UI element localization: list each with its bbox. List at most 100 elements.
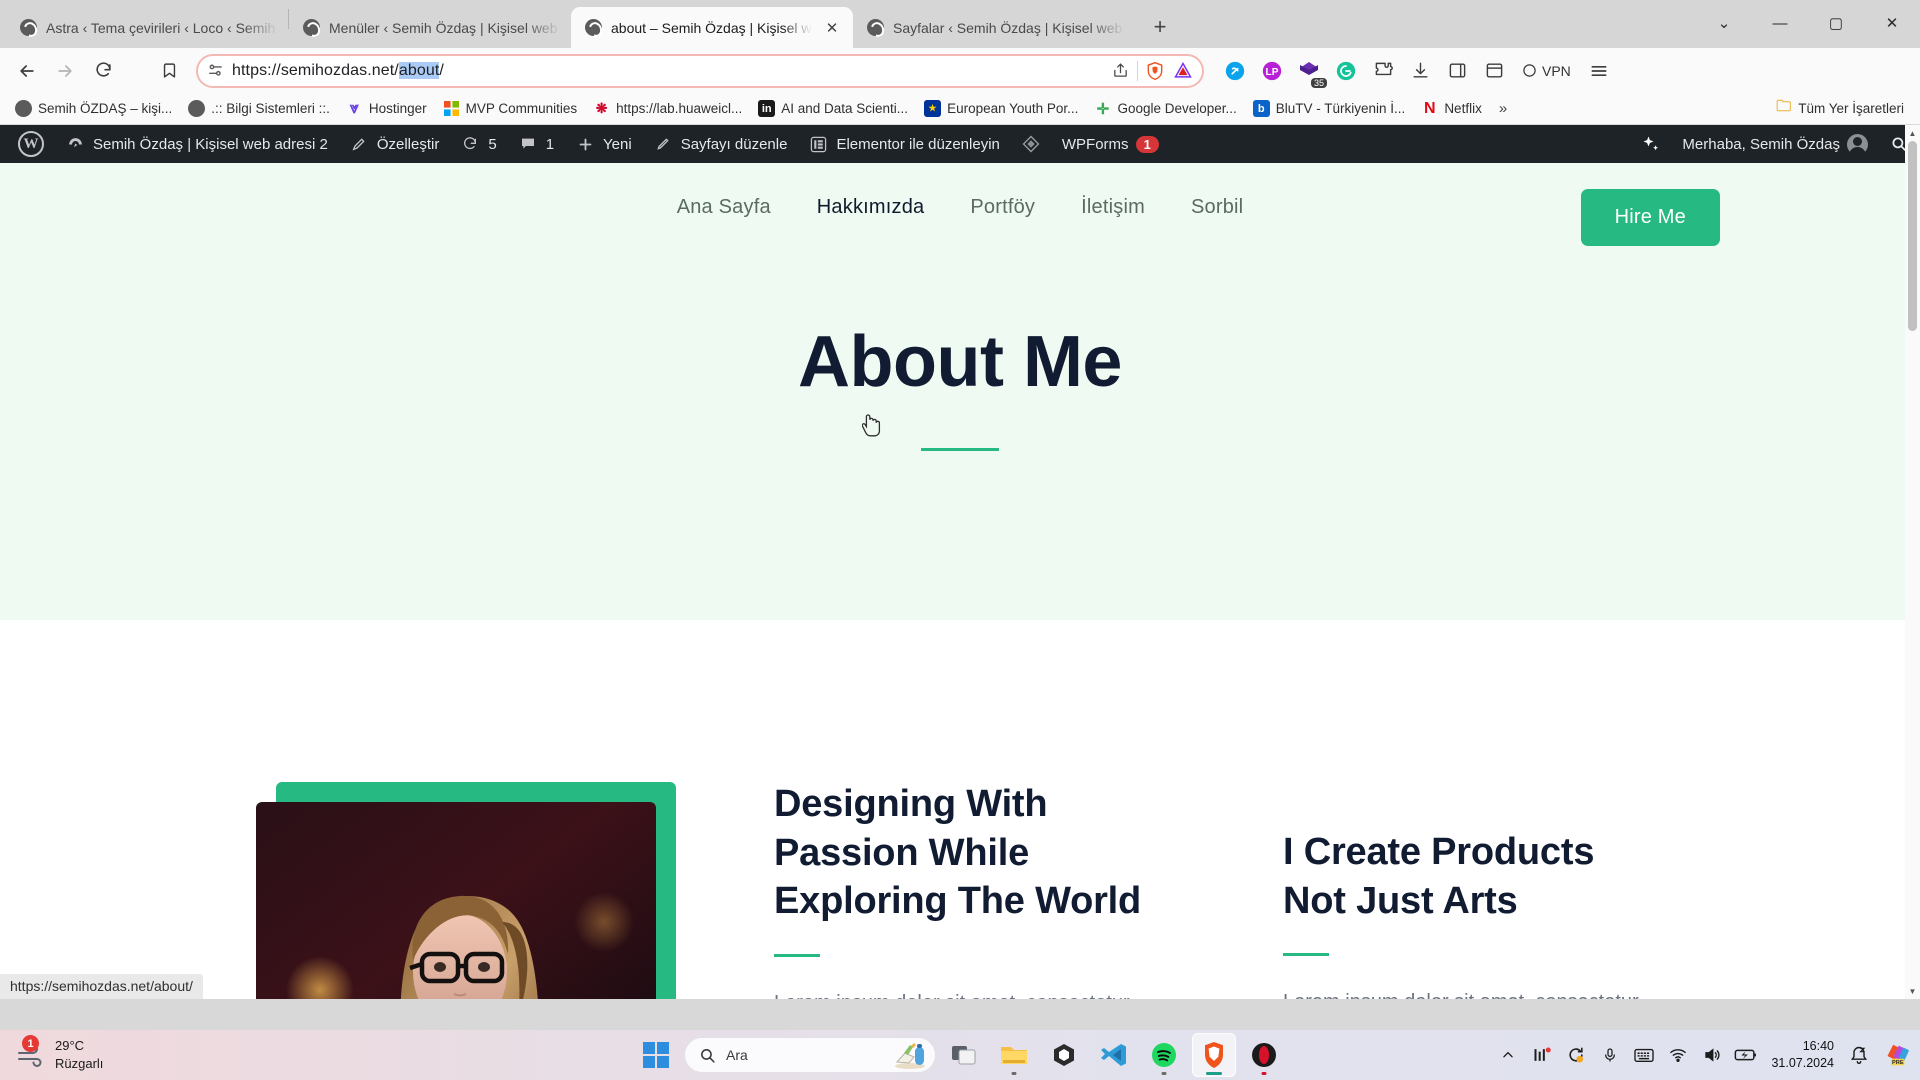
weather-temperature: 29°C	[55, 1038, 85, 1054]
wp-comments-item[interactable]: 1	[507, 125, 564, 163]
brave-rewards-icon[interactable]	[1172, 60, 1194, 82]
wp-customize-item[interactable]: Özelleştir	[338, 125, 450, 163]
scrollbar-thumb[interactable]	[1908, 141, 1917, 331]
brave-shields-icon[interactable]	[1144, 60, 1166, 82]
intel-graphics-icon[interactable]	[1527, 1039, 1557, 1071]
show-hidden-icons-icon[interactable]	[1493, 1039, 1523, 1071]
all-bookmarks-label: Tüm Yer İşaretleri	[1798, 101, 1904, 116]
file-explorer-button[interactable]	[992, 1033, 1036, 1077]
tab-title: Sayfalar ‹ Semih Özdaş | Kişisel web	[893, 19, 1123, 36]
notifications-bell-icon[interactable]	[1844, 1039, 1874, 1071]
task-view-button[interactable]	[942, 1033, 986, 1077]
site-hero-section: Ana Sayfa Hakkımızda Portföy İletişim So…	[0, 163, 1920, 620]
weather-text: 29°C Rüzgarlı	[55, 1037, 103, 1072]
bookmark-item[interactable]: ⩔ Hostinger	[339, 97, 434, 120]
onedrive-sync-icon[interactable]	[1561, 1039, 1591, 1071]
wp-elementor-item[interactable]: Elementor ile düzenleyin	[797, 125, 1009, 163]
url-text[interactable]: https://semihozdas.net/about/	[232, 61, 1103, 80]
browser-menu-icon[interactable]	[1582, 54, 1616, 88]
hire-me-button[interactable]: Hire Me	[1580, 189, 1720, 246]
window-controls: ⌄ — ▢ ✕	[1696, 0, 1920, 46]
nav-link-iletisim[interactable]: İletişim	[1081, 196, 1145, 219]
taskbar-search-box[interactable]: Ara	[684, 1037, 936, 1073]
bookmark-icon[interactable]	[154, 56, 184, 86]
nav-link-ana-sayfa[interactable]: Ana Sayfa	[677, 196, 771, 219]
vs-code-button[interactable]	[1092, 1033, 1136, 1077]
start-button[interactable]	[634, 1033, 678, 1077]
unity-button[interactable]	[1042, 1033, 1086, 1077]
chevron-down-icon[interactable]: ⌄	[1696, 0, 1752, 46]
bookmark-item[interactable]: Semih ÖZDAŞ – kişi...	[8, 97, 179, 120]
wp-updates-item[interactable]: 5	[449, 125, 506, 163]
lastpass-extension-icon[interactable]: LP	[1255, 54, 1289, 88]
bookmark-item[interactable]: MVP Communities	[436, 97, 585, 120]
opera-gx-button[interactable]	[1242, 1033, 1286, 1077]
scroll-down-arrow[interactable]: ▼	[1905, 983, 1920, 999]
puzzle-extensions-icon[interactable]	[1366, 54, 1400, 88]
wifi-icon[interactable]	[1663, 1039, 1693, 1071]
page-scrollbar[interactable]: ▲ ▼	[1905, 125, 1920, 999]
close-window-button[interactable]: ✕	[1864, 0, 1920, 46]
scroll-up-arrow[interactable]: ▲	[1905, 125, 1920, 141]
browser-tab[interactable]: Sayfalar ‹ Semih Özdaş | Kişisel web	[853, 7, 1135, 48]
wp-wpforms-item[interactable]: WPForms 1	[1052, 125, 1169, 163]
sidebar-toggle-icon[interactable]	[1440, 54, 1474, 88]
zotero-extension-icon[interactable]: 35	[1292, 54, 1327, 88]
wp-logo-item[interactable]: W	[8, 125, 54, 163]
wp-edit-page-item[interactable]: Sayfayı düzenle	[642, 125, 798, 163]
link-status-bar: https://semihozdas.net/about/	[0, 974, 203, 999]
nav-link-portfoy[interactable]: Portföy	[970, 196, 1035, 219]
wp-account-item[interactable]: Merhaba, Semih Özdaş	[1672, 125, 1878, 163]
bookmark-item[interactable]: ❋ https://lab.huaweicl...	[586, 97, 749, 120]
wp-site-name-item[interactable]: Semih Özdaş | Kişisel web adresi 2	[54, 125, 338, 163]
close-icon[interactable]: ✕	[821, 17, 843, 39]
bookmarks-bar: Semih ÖZDAŞ – kişi... .:: Bilgi Sistemle…	[0, 93, 1920, 125]
bookmark-item[interactable]: .:: Bilgi Sistemleri ::.	[181, 97, 337, 120]
search-placeholder: Ara	[726, 1047, 748, 1063]
bookmark-item[interactable]: ★ European Youth Por...	[917, 97, 1085, 120]
nav-link-sorbil[interactable]: Sorbil	[1191, 196, 1243, 219]
maximize-button[interactable]: ▢	[1808, 0, 1864, 46]
browser-tab-active[interactable]: about – Semih Özdaş | Kişisel w ✕	[571, 7, 853, 48]
bookmark-item[interactable]: N Netflix	[1414, 97, 1489, 120]
reload-icon[interactable]	[86, 54, 120, 88]
brave-browser-button[interactable]	[1192, 1033, 1236, 1077]
url-selected-segment: about	[398, 61, 440, 79]
nav-link-hakkimizda[interactable]: Hakkımızda	[817, 196, 925, 219]
taskbar-clock[interactable]: 16:40 31.07.2024	[1765, 1038, 1840, 1072]
grammarly-extension-icon[interactable]	[1329, 54, 1363, 88]
address-bar[interactable]: https://semihozdas.net/about/	[196, 53, 1204, 88]
wp-diamond-item[interactable]	[1010, 125, 1052, 163]
new-tab-button[interactable]: +	[1145, 12, 1175, 42]
downloads-icon[interactable]	[1403, 54, 1437, 88]
brave-globe-icon	[15, 100, 32, 117]
copilot-icon[interactable]: PRE	[1878, 1039, 1912, 1071]
share-icon[interactable]	[1109, 60, 1131, 82]
site-navigation: Ana Sayfa Hakkımızda Portföy İletişim So…	[0, 163, 1920, 246]
wp-updates-count: 5	[488, 135, 497, 153]
back-icon[interactable]	[10, 54, 44, 88]
microphone-icon[interactable]	[1595, 1039, 1625, 1071]
minimize-button[interactable]: —	[1752, 0, 1808, 46]
all-bookmarks-folder[interactable]: 🗀 Tüm Yer İşaretleri	[1767, 97, 1912, 120]
bookmark-item[interactable]: ✛ Google Developer...	[1087, 97, 1243, 120]
clock-time: 16:40	[1802, 1039, 1834, 1054]
bookmark-item[interactable]: in AI and Data Scienti...	[751, 97, 915, 120]
wp-ai-item[interactable]	[1630, 125, 1672, 163]
browser-tab[interactable]: Menüler ‹ Semih Özdaş | Kişisel web	[289, 7, 571, 48]
wp-new-item[interactable]: Yeni	[564, 125, 642, 163]
site-settings-icon[interactable]	[204, 60, 226, 82]
bookmark-item[interactable]: b BluTV - Türkiyenin İ...	[1246, 97, 1413, 120]
bookmarks-overflow-button[interactable]: »	[1491, 97, 1515, 120]
weather-widget[interactable]: 1 29°C Rüzgarlı	[8, 1035, 103, 1072]
spotify-button[interactable]	[1142, 1033, 1186, 1077]
volume-icon[interactable]	[1697, 1039, 1727, 1071]
battery-charging-icon[interactable]	[1731, 1039, 1761, 1071]
bookmarks-panel-icon[interactable]	[1477, 54, 1511, 88]
browser-tab[interactable]: Astra ‹ Tema çevirileri ‹ Loco ‹ Semih	[6, 7, 288, 48]
vpn-button[interactable]: VPN	[1514, 63, 1579, 79]
bookmark-label: https://lab.huaweicl...	[616, 101, 743, 116]
touch-keyboard-icon[interactable]	[1629, 1039, 1659, 1071]
shazam-extension-icon[interactable]	[1218, 54, 1252, 88]
tab-favicon-brave	[303, 19, 320, 36]
